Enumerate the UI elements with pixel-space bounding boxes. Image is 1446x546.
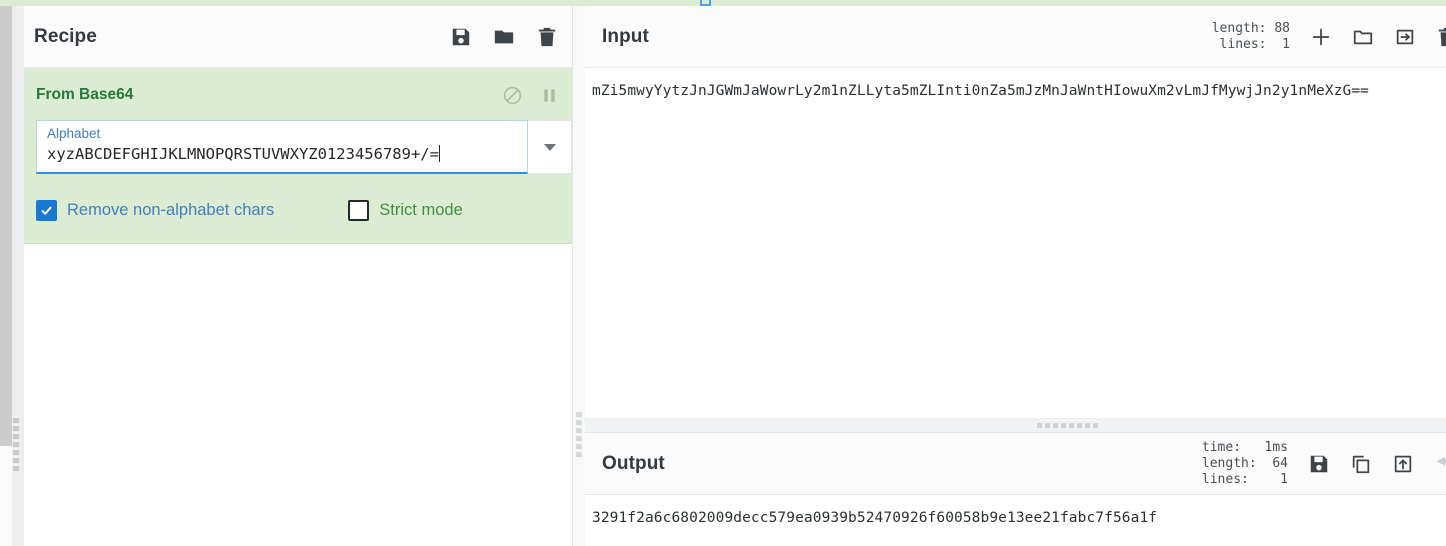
recipe-header-icons: [450, 26, 558, 48]
operation-controls: [502, 85, 560, 106]
operation-checkbox-row: Remove non-alphabet chars Strict mode: [36, 200, 560, 221]
input-output-splitter-grip[interactable]: [1037, 423, 1098, 428]
input-pane: Input length: 88 lines: 1 mZi5mwyYytzJnJ…: [585, 6, 1446, 418]
strict-mode-label: Strict mode: [379, 201, 463, 219]
output-header-icons: [1308, 453, 1446, 475]
undo-bake-icon[interactable]: [1434, 453, 1446, 475]
alphabet-dropdown-button[interactable]: [528, 120, 572, 174]
text-caret: [438, 145, 440, 162]
cyberchef-app: Recipe From Base64 Alphabet xyzABCDEFGHI…: [0, 0, 1446, 546]
output-stats: time: 1ms length: 64 lines: 1: [1201, 439, 1288, 487]
open-folder-as-input-icon[interactable]: [1394, 26, 1416, 48]
recipe-io-splitter-grip[interactable]: [576, 412, 582, 457]
alphabet-label: Alphabet: [47, 126, 101, 141]
remove-non-alphabet-chars-label: Remove non-alphabet chars: [67, 201, 275, 219]
recipe-title: Recipe: [34, 25, 97, 47]
disable-operation-icon[interactable]: [502, 85, 523, 106]
checkbox-box-checked[interactable]: [36, 200, 57, 221]
input-text[interactable]: mZi5mwyYytzJnJGWmJaWowrLy2m1nZLLyta5mZLI…: [585, 68, 1446, 101]
open-file-as-input-icon[interactable]: [1352, 26, 1374, 48]
output-text[interactable]: 3291f2a6c6802009decc579ea0939b52470926f6…: [585, 495, 1446, 528]
replace-input-with-output-icon[interactable]: [1392, 453, 1414, 475]
recipe-header: Recipe: [24, 6, 572, 68]
operation-from-base64[interactable]: From Base64 Alphabet xyzABCDEFGHIJKLMNOP…: [24, 68, 572, 244]
strict-mode-checkbox[interactable]: Strict mode: [348, 200, 463, 221]
load-recipe-icon[interactable]: [493, 26, 515, 48]
chevron-down-icon: [543, 143, 556, 151]
recipe-drop-area[interactable]: [24, 244, 572, 508]
copy-output-icon[interactable]: [1350, 453, 1372, 475]
alphabet-value: xyzABCDEFGHIJKLMNOPQRSTUVWXYZ0123456789+…: [47, 145, 439, 163]
clear-recipe-icon[interactable]: [536, 26, 558, 48]
output-pane: Output time: 1ms length: 64 lines: 1 329…: [585, 432, 1446, 546]
save-output-icon[interactable]: [1308, 453, 1330, 475]
output-title: Output: [602, 452, 665, 474]
save-recipe-icon[interactable]: [450, 26, 472, 48]
alphabet-input[interactable]: xyzABCDEFGHIJKLMNOPQRSTUVWXYZ0123456789+…: [47, 142, 517, 166]
remove-non-alphabet-chars-checkbox[interactable]: Remove non-alphabet chars: [36, 200, 274, 221]
clear-io-icon[interactable]: [1436, 26, 1446, 48]
checkbox-box-unchecked[interactable]: [348, 200, 370, 221]
alphabet-field-row: Alphabet xyzABCDEFGHIJKLMNOPQRSTUVWXYZ01…: [36, 120, 572, 174]
alphabet-input-wrap[interactable]: Alphabet xyzABCDEFGHIJKLMNOPQRSTUVWXYZ01…: [36, 120, 528, 174]
left-splitter-grip[interactable]: [13, 418, 19, 471]
input-header: Input length: 88 lines: 1: [585, 6, 1446, 68]
left-scroll-rail[interactable]: [0, 6, 12, 446]
input-stats: length: 88 lines: 1: [1211, 20, 1290, 52]
input-output-splitter[interactable]: [585, 418, 1446, 432]
operation-title-row: From Base64: [36, 82, 560, 108]
operation-name: From Base64: [36, 86, 134, 103]
check-icon: [41, 206, 52, 215]
set-breakpoint-icon[interactable]: [539, 85, 560, 106]
recipe-io-splitter[interactable]: [573, 6, 585, 546]
input-title: Input: [602, 25, 649, 47]
add-input-tab-icon[interactable]: [1310, 26, 1332, 48]
output-header: Output time: 1ms length: 64 lines: 1: [585, 433, 1446, 495]
recipe-pane: Recipe From Base64 Alphabet xyzABCDEFGHI…: [24, 6, 573, 546]
input-header-icons: [1310, 26, 1446, 48]
